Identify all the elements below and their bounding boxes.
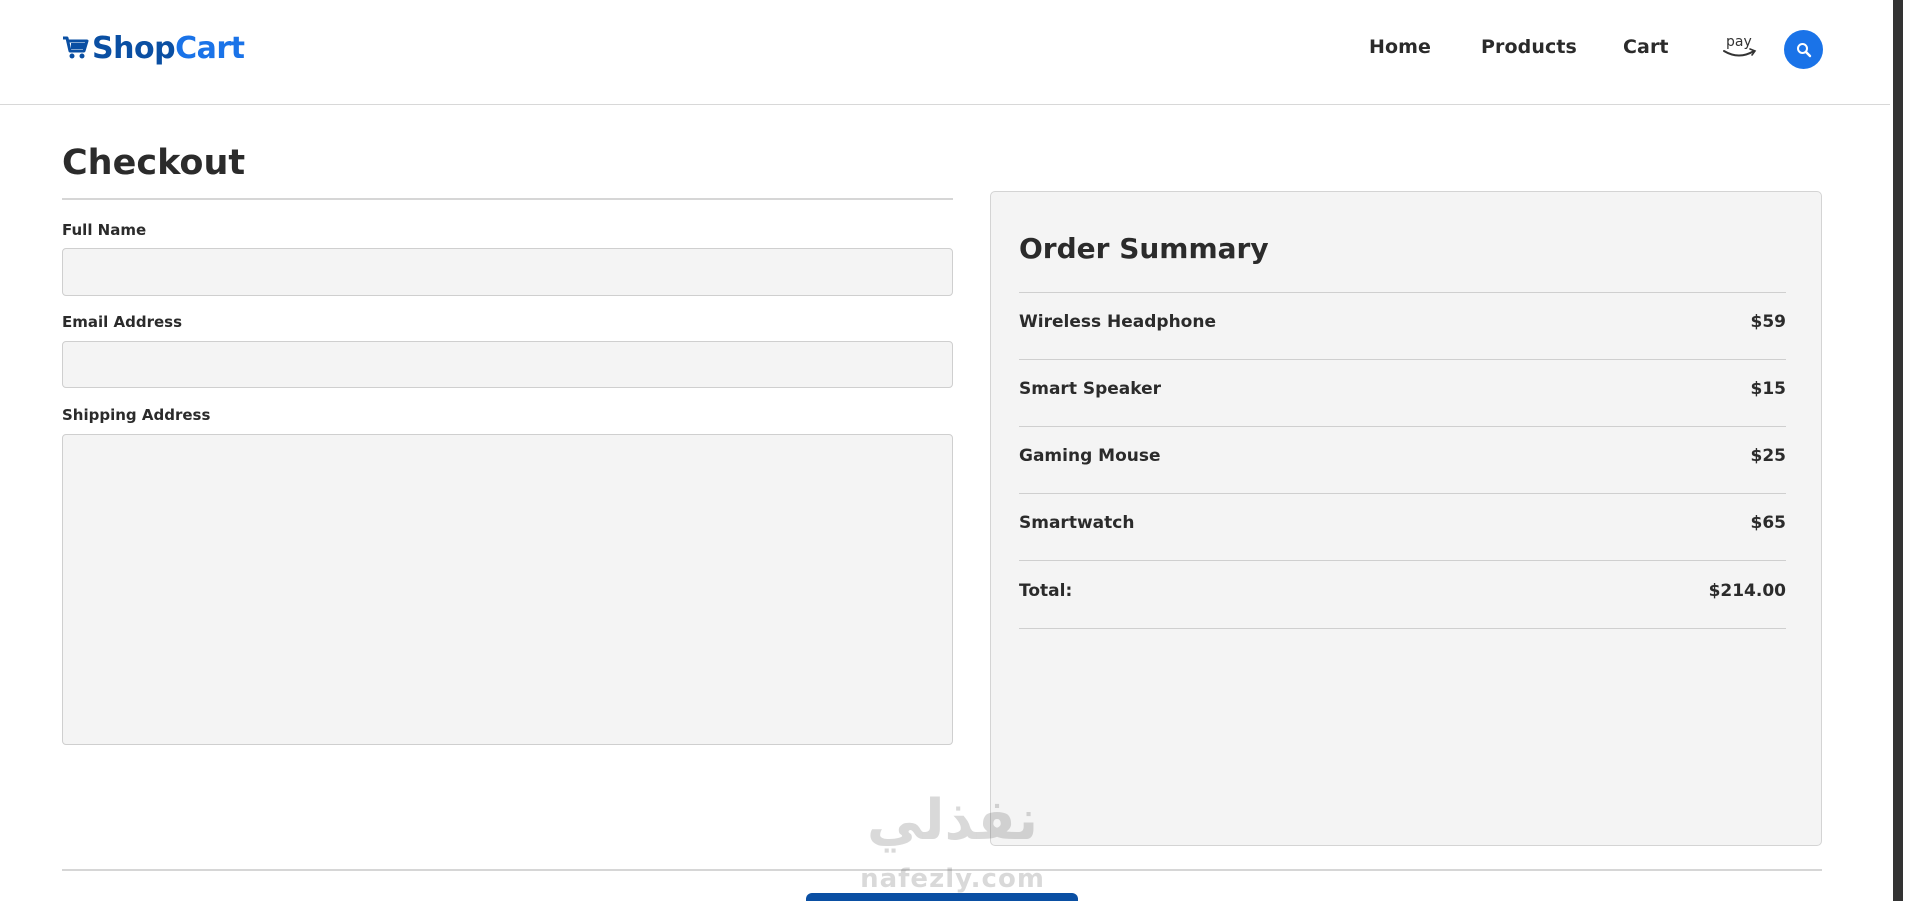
pay-icon-text: pay: [1726, 34, 1752, 50]
shipping-address-field[interactable]: [62, 434, 953, 745]
summary-item-name: Gaming Mouse: [1019, 446, 1161, 466]
nav-home[interactable]: Home: [1369, 36, 1431, 62]
summary-item-row: Smart Speaker $15: [1019, 379, 1786, 409]
scrollbar[interactable]: [1890, 0, 1906, 901]
summary-divider: [1019, 628, 1786, 629]
summary-divider: [1019, 560, 1786, 561]
summary-item-row: Wireless Headphone $59: [1019, 312, 1786, 342]
title-divider: [62, 198, 953, 200]
summary-item-price: $59: [1750, 312, 1787, 332]
summary-divider: [1019, 426, 1786, 427]
full-name-field[interactable]: [62, 248, 953, 296]
summary-divider: [1019, 292, 1786, 293]
nav-cart[interactable]: Cart: [1623, 36, 1669, 62]
order-summary-panel: Order Summary Wireless Headphone $59 Sma…: [990, 191, 1822, 846]
search-button[interactable]: [1784, 30, 1823, 69]
amazon-pay-icon[interactable]: pay: [1720, 32, 1760, 62]
page-title: Checkout: [62, 143, 246, 183]
cart-logo-icon: [63, 36, 89, 59]
summary-total-label: Total:: [1019, 581, 1073, 601]
logo[interactable]: ShopCart: [62, 28, 245, 68]
page: ShopCart Home Products Cart pay Checkout…: [0, 0, 1906, 901]
summary-divider: [1019, 493, 1786, 494]
site-header: ShopCart Home Products Cart pay: [0, 0, 1890, 105]
summary-total-value: $214.00: [1708, 581, 1786, 601]
summary-item-price: $25: [1750, 446, 1787, 466]
scrollbar-thumb[interactable]: [1893, 0, 1903, 901]
full-name-label: Full Name: [62, 221, 147, 239]
summary-item-name: Smartwatch: [1019, 513, 1135, 533]
email-label: Email Address: [62, 313, 183, 331]
email-field[interactable]: [62, 341, 953, 388]
summary-item-row: Smartwatch $65: [1019, 513, 1786, 543]
logo-part-cart: Cart: [175, 30, 245, 66]
logo-text: ShopCart: [92, 30, 245, 66]
place-order-button[interactable]: [806, 893, 1078, 901]
summary-total-row: Total: $214.00: [1019, 581, 1786, 611]
nav-products[interactable]: Products: [1481, 36, 1577, 62]
summary-divider: [1019, 359, 1786, 360]
summary-item-row: Gaming Mouse $25: [1019, 446, 1786, 476]
search-icon: [1796, 42, 1811, 57]
order-summary-title: Order Summary: [1019, 232, 1269, 265]
summary-item-name: Smart Speaker: [1019, 379, 1162, 399]
summary-item-price: $65: [1750, 513, 1787, 533]
shipping-address-label: Shipping Address: [62, 406, 211, 424]
summary-item-price: $15: [1750, 379, 1787, 399]
form-bottom-divider: [62, 869, 1822, 871]
summary-item-name: Wireless Headphone: [1019, 312, 1216, 332]
logo-part-shop: Shop: [92, 30, 176, 66]
